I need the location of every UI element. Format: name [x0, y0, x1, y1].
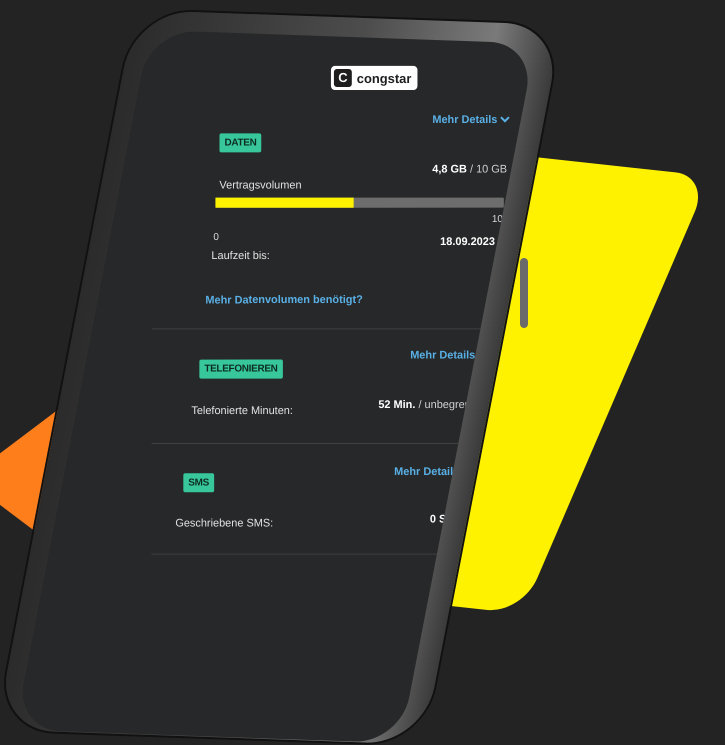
data-total: / 10 GB — [470, 163, 507, 175]
phone-side-button — [520, 258, 528, 328]
divider-1 — [152, 328, 496, 329]
minutes-label: Telefonierte Minuten: — [191, 405, 293, 417]
calls-badge-wrap: TELEFONIEREN — [199, 360, 282, 379]
bar-min-label: 0 — [213, 232, 219, 243]
divider-2 — [152, 443, 496, 444]
data-details-link[interactable]: Mehr Details — [432, 114, 510, 126]
data-badge: DATEN — [219, 133, 261, 152]
sms-label: Geschriebene SMS: — [175, 517, 273, 529]
congstar-logo-text: congstar — [357, 70, 412, 85]
minutes-used: 52 Min. — [378, 399, 415, 411]
term-date: 18.09.2023 — [440, 236, 495, 248]
data-details-label: Mehr Details — [432, 114, 497, 126]
congstar-logo-mark: C — [334, 69, 352, 87]
volume-label: Vertragsvolumen — [219, 180, 301, 192]
term-label: Laufzeit bis: — [211, 250, 269, 262]
data-used: 4,8 GB — [432, 163, 467, 175]
sms-details-label: Mehr Details — [394, 466, 459, 478]
more-data-link[interactable]: Mehr Datenvolumen benötigt? — [205, 294, 362, 306]
minutes-value: 52 Min. / unbegrenzt — [378, 399, 479, 411]
data-usage-bar-fill — [215, 198, 353, 208]
congstar-logo: C congstar — [331, 66, 417, 90]
calls-details-label: Mehr Details — [410, 349, 475, 361]
sms-badge-wrap: SMS — [183, 473, 214, 492]
data-badge-wrap: DATEN — [219, 133, 261, 152]
phone-screen: C congstar Mehr Details DATEN 4,8 GB / 1… — [15, 30, 536, 743]
data-used-value: 4,8 GB / 10 GB — [432, 163, 507, 175]
sms-badge: SMS — [183, 473, 214, 492]
chevron-down-icon — [500, 114, 510, 126]
data-usage-bar — [215, 198, 503, 208]
calls-badge: TELEFONIEREN — [199, 360, 282, 379]
